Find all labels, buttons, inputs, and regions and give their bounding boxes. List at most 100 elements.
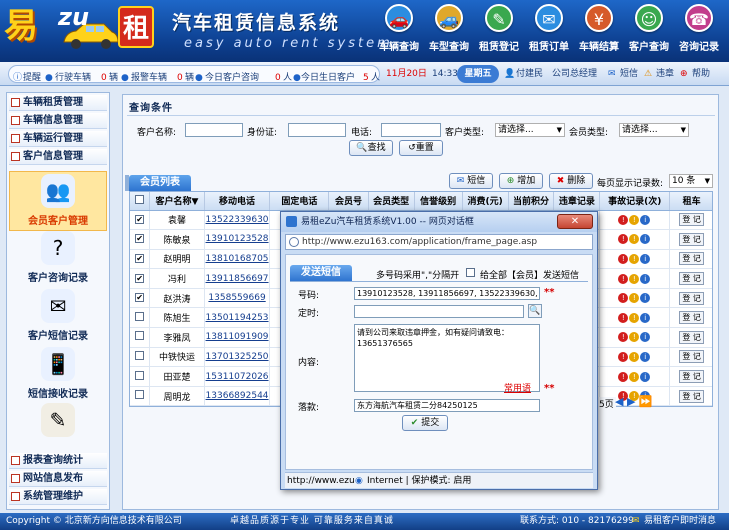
row-checkbox[interactable]: ✔: [135, 273, 145, 283]
warning-icon[interactable]: !: [629, 234, 640, 245]
info-icon[interactable]: i: [640, 312, 651, 323]
customer-type-select[interactable]: 请选择... ▼: [495, 123, 565, 137]
nav-section-3[interactable]: 客户信息管理: [9, 149, 107, 165]
reset-button[interactable]: ↺重置: [399, 140, 443, 156]
row-checkbox[interactable]: ✔: [135, 234, 145, 244]
help-icon[interactable]: ⊕: [680, 62, 688, 86]
repair-label[interactable]: 报警车辆: [131, 66, 167, 90]
mobile-phone[interactable]: 13910123528: [204, 229, 271, 250]
nav-section-2[interactable]: 车辆运行管理: [9, 131, 107, 147]
register-rent-button[interactable]: 登 记: [679, 350, 704, 364]
timing-input[interactable]: [354, 305, 524, 318]
register-rent-button[interactable]: 登 记: [679, 213, 704, 227]
row-checkbox-cell[interactable]: [130, 347, 151, 368]
violation-link[interactable]: 违章: [656, 62, 674, 86]
phone-number-input[interactable]: 13910123528, 13911856697, 13522339630, 1…: [354, 287, 540, 300]
page-size-select[interactable]: 10 条 ▼: [669, 174, 713, 188]
mobile-phone[interactable]: 13811091909: [204, 327, 271, 348]
nav-button-3[interactable]: ✉ 租赁订单: [524, 4, 574, 60]
nav-section-0[interactable]: 车辆租赁管理: [9, 95, 107, 111]
sign-input[interactable]: 东方海航汽车租赁二分84250125: [354, 399, 540, 412]
mobile-phone[interactable]: 13366892544: [204, 386, 271, 406]
consult-label[interactable]: 今日客户咨询: [205, 66, 259, 90]
sms-button[interactable]: ✉ 短信: [449, 173, 493, 189]
phone-input[interactable]: [381, 123, 441, 137]
row-checkbox-cell[interactable]: [130, 307, 151, 329]
stop-icon[interactable]: !: [618, 332, 629, 343]
warning-icon[interactable]: !: [629, 253, 640, 264]
nav-section-bottom-1[interactable]: 网站信息发布: [9, 471, 107, 487]
id-card-input[interactable]: [288, 123, 346, 137]
message-icon[interactable]: ✉: [632, 513, 640, 530]
info-icon[interactable]: i: [640, 332, 651, 343]
mobile-phone[interactable]: 15311072026: [204, 366, 271, 387]
nav-module-0[interactable]: 👥 会员客户管理: [9, 171, 107, 231]
register-rent-button[interactable]: 登 记: [679, 272, 704, 286]
nav-button-2[interactable]: ✎ 租赁登记: [474, 4, 524, 60]
stop-icon[interactable]: !: [618, 234, 629, 245]
nav-module-4[interactable]: ✎: [9, 401, 107, 461]
all-members-checkbox[interactable]: [466, 268, 475, 277]
birthday-label[interactable]: 今日生日客户: [301, 66, 355, 90]
row-checkbox-cell[interactable]: [130, 386, 151, 406]
mobile-phone[interactable]: 13911856697: [204, 268, 271, 289]
common-phrases-link[interactable]: 常用语: [504, 381, 531, 394]
nav-section-bottom-2[interactable]: 系统管理维护: [9, 489, 107, 505]
nav-section-1[interactable]: 车辆信息管理: [9, 113, 107, 129]
info-icon[interactable]: i: [640, 273, 651, 284]
sms-link[interactable]: 短信: [620, 62, 638, 86]
mobile-phone[interactable]: 13501194253: [204, 307, 271, 329]
row-checkbox[interactable]: [135, 390, 145, 400]
nav-button-5[interactable]: ☺ 客户查询: [624, 4, 674, 60]
row-checkbox[interactable]: ✔: [135, 214, 145, 224]
nav-section-bottom-0[interactable]: 报表查询统计: [9, 453, 107, 469]
member-type-select[interactable]: 请选择... ▼: [619, 123, 689, 137]
column-header[interactable]: 客户名称▼: [149, 192, 205, 211]
row-checkbox[interactable]: [135, 311, 145, 321]
customer-name-input[interactable]: [185, 123, 243, 137]
register-rent-button[interactable]: 登 记: [679, 291, 704, 305]
row-checkbox[interactable]: [135, 331, 145, 341]
add-button[interactable]: ⊕ 增加: [499, 173, 543, 189]
row-checkbox[interactable]: ✔: [135, 293, 145, 303]
stop-icon[interactable]: !: [618, 351, 629, 362]
info-icon[interactable]: i: [640, 351, 651, 362]
row-checkbox-cell[interactable]: ✔: [130, 229, 151, 250]
info-icon[interactable]: i: [640, 234, 651, 245]
register-rent-button[interactable]: 登 记: [679, 311, 704, 325]
search-button[interactable]: 🔍查找: [349, 140, 393, 156]
warning-icon[interactable]: !: [629, 214, 640, 225]
row-checkbox[interactable]: [135, 350, 145, 360]
row-checkbox[interactable]: [135, 370, 145, 380]
nav-module-2[interactable]: ✉ 客户短信记录: [9, 287, 107, 347]
info-icon[interactable]: i: [640, 371, 651, 382]
warning-icon[interactable]: !: [629, 293, 640, 304]
nav-button-4[interactable]: ¥ 车辆结算: [574, 4, 624, 60]
register-rent-button[interactable]: 登 记: [679, 252, 704, 266]
mobile-phone[interactable]: 13810168705: [204, 249, 271, 270]
row-checkbox-cell[interactable]: [130, 327, 151, 348]
instant-message-link[interactable]: 易租客户即时消息: [644, 513, 716, 530]
calendar-search-icon[interactable]: 🔍: [528, 304, 542, 318]
nav-module-3[interactable]: 📱 短信接收记录: [9, 345, 107, 405]
warning-icon[interactable]: !: [629, 273, 640, 284]
select-all-checkbox[interactable]: [135, 194, 145, 204]
tab-member-list[interactable]: 会员列表: [129, 175, 191, 191]
mobile-phone[interactable]: 13522339630: [204, 210, 271, 231]
stop-icon[interactable]: !: [618, 273, 629, 284]
stop-icon[interactable]: !: [618, 253, 629, 264]
sms-icon[interactable]: ✉: [608, 62, 616, 86]
row-checkbox-cell[interactable]: ✔: [130, 268, 151, 289]
row-checkbox-cell[interactable]: ✔: [130, 249, 151, 270]
warning-icon[interactable]: !: [629, 332, 640, 343]
row-checkbox-cell[interactable]: [130, 366, 151, 387]
submit-button[interactable]: ✔ 提交: [402, 415, 448, 431]
row-checkbox[interactable]: ✔: [135, 253, 145, 263]
pager-nav-icons[interactable]: ◀ ▶ ⏩: [615, 395, 653, 408]
driving-label[interactable]: 行驶车辆: [55, 66, 91, 90]
tab-send-sms[interactable]: 发送短信: [290, 265, 352, 281]
delete-button[interactable]: ✖ 删除: [549, 173, 593, 189]
warning-icon[interactable]: !: [629, 312, 640, 323]
stop-icon[interactable]: !: [618, 214, 629, 225]
register-rent-button[interactable]: 登 记: [679, 370, 704, 384]
